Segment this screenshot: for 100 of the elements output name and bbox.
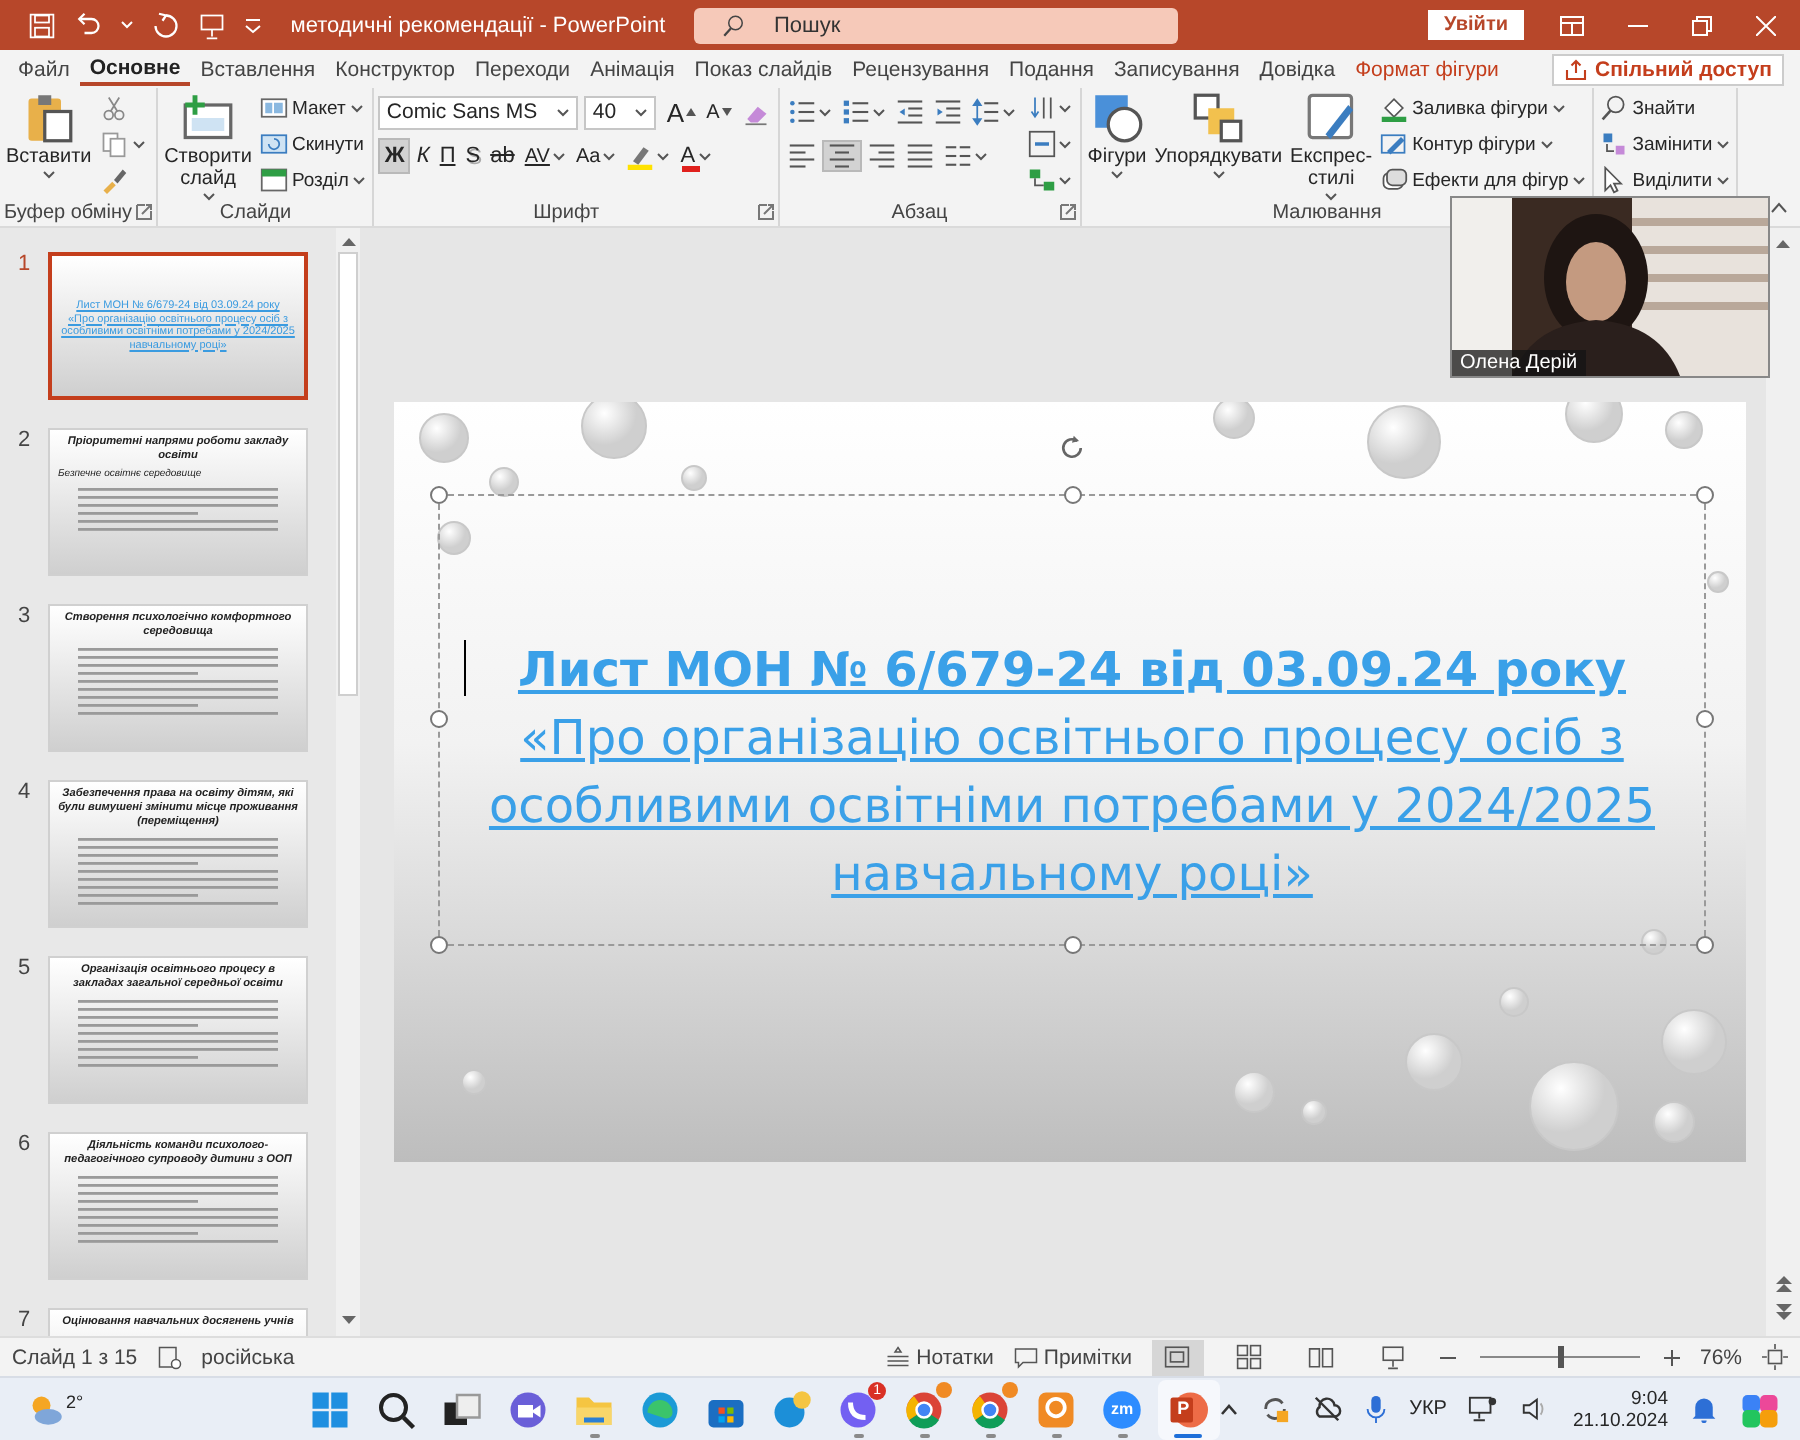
chevron-up-icon[interactable]	[1219, 1403, 1238, 1415]
caret-icon	[1001, 107, 1016, 117]
slide-number: 7	[15, 1308, 33, 1332]
accessibility-icon[interactable]	[157, 1345, 182, 1369]
cursor-button[interactable]: Виділити	[1598, 164, 1733, 196]
scrollbar[interactable]	[336, 228, 360, 1336]
projector-icon[interactable]	[198, 11, 226, 39]
paste-button[interactable]: Вставити	[4, 92, 94, 180]
underline-button[interactable]: П	[435, 138, 460, 174]
line-spacing-button[interactable]	[967, 96, 1020, 128]
next-slide-icon[interactable]	[1775, 1304, 1791, 1320]
replace-button[interactable]: Замінити	[1598, 128, 1733, 160]
caret-icon[interactable]	[120, 20, 134, 30]
comments-button[interactable]: Примітки	[1013, 1345, 1132, 1369]
scroll-up-icon	[1776, 240, 1790, 248]
ribbon-tab[interactable]: Записування	[1103, 53, 1250, 85]
dropdown-field[interactable]: 40	[584, 95, 657, 129]
caret-icon	[697, 151, 712, 161]
collapse-ribbon-icon[interactable]	[1770, 202, 1788, 214]
running-indicator	[1051, 1433, 1062, 1437]
ribbon-tab[interactable]: Рецензування	[842, 53, 1000, 85]
arrange-button[interactable]: Упорядкувати	[1152, 92, 1285, 180]
video-caption: Олена Дерій	[1452, 350, 1586, 376]
section-button[interactable]: Розділ	[257, 164, 369, 196]
input-language[interactable]: УКР	[1409, 1398, 1447, 1420]
launcher-icon[interactable]	[757, 204, 774, 220]
copy-button[interactable]	[97, 128, 148, 160]
character-spacing-button[interactable]: AV	[520, 138, 570, 174]
align-text-button[interactable]	[1023, 128, 1076, 160]
ribbon-tab[interactable]: Файл	[8, 53, 80, 85]
shrink-font-button[interactable]: A	[702, 94, 736, 130]
customize-icon[interactable]	[244, 17, 262, 33]
pen-icon	[1380, 130, 1409, 158]
new-slide-button[interactable]: Створити слайд	[162, 92, 254, 202]
sign-in-button[interactable]: Увійти	[1428, 10, 1524, 40]
windows-icon	[310, 1389, 351, 1429]
quick-styles-button[interactable]: Експрес-стилі	[1288, 92, 1375, 202]
ribbon-tab[interactable]: Формат фігури	[1345, 53, 1509, 85]
launcher-icon[interactable]	[136, 204, 153, 220]
shadow-button[interactable]: S	[461, 138, 485, 174]
effects-button[interactable]: Ефекти для фігур	[1378, 164, 1589, 196]
font-color-button[interactable]: A	[676, 138, 716, 174]
save-icon[interactable]	[28, 11, 56, 39]
task-view-icon	[442, 1389, 483, 1429]
pen-button[interactable]: Контур фігури	[1378, 128, 1589, 160]
caret-icon	[1572, 175, 1587, 185]
shapes-button[interactable]: Фігури	[1085, 92, 1149, 180]
ribbon-tab[interactable]: Переходи	[464, 53, 581, 85]
paint-bucket-button[interactable]: Заливка фігури	[1378, 92, 1589, 124]
cloud-off-icon[interactable]	[1311, 1394, 1342, 1424]
search-button[interactable]: Знайти	[1598, 92, 1733, 124]
bell-icon[interactable]	[1690, 1394, 1718, 1424]
sync-icon[interactable]	[1259, 1394, 1290, 1424]
fit-to-window-icon[interactable]	[1762, 1344, 1788, 1370]
dropdown-field[interactable]: Comic Sans MS	[378, 95, 579, 129]
clock[interactable]: 9:04 21.10.2024	[1572, 1387, 1668, 1431]
caret-icon	[1539, 139, 1554, 149]
search-field[interactable]: Пошук	[694, 7, 1178, 43]
align-center-button[interactable]	[821, 140, 862, 172]
scroll-thumb[interactable]	[338, 252, 358, 696]
notes-button[interactable]: Нотатки	[886, 1345, 994, 1369]
change-case-button[interactable]: Aa	[571, 138, 621, 174]
undo-icon[interactable]	[74, 11, 102, 39]
network-icon[interactable]	[1468, 1394, 1499, 1424]
ribbon-tab[interactable]: Показ слайдів	[684, 53, 843, 85]
language-label[interactable]: російська	[201, 1345, 295, 1369]
caret-icon	[131, 139, 146, 149]
ribbon-tab[interactable]: Вставлення	[190, 53, 326, 85]
ribbon-tab[interactable]: Подання	[999, 53, 1104, 85]
copilot-icon[interactable]	[1740, 1389, 1780, 1429]
reset-button[interactable]: Скинути	[257, 128, 369, 160]
close-icon[interactable]	[1756, 15, 1776, 35]
ribbon-display-icon[interactable]	[1560, 15, 1584, 35]
view-button[interactable]	[1151, 1339, 1204, 1375]
restore-icon[interactable]	[1692, 15, 1712, 35]
share-button[interactable]: Спільний доступ	[1552, 53, 1784, 85]
microphone-icon[interactable]	[1363, 1394, 1388, 1424]
redo-icon[interactable]	[152, 11, 180, 39]
italic-button[interactable]: К	[412, 138, 434, 174]
caret-icon	[1211, 170, 1226, 180]
taskbar-app[interactable]: P	[1157, 1379, 1220, 1439]
scrollbar[interactable]	[1766, 228, 1800, 1336]
launcher-icon[interactable]	[1059, 204, 1076, 220]
ribbon-tab[interactable]: Довідка	[1249, 53, 1346, 85]
browser-icon	[904, 1389, 945, 1429]
running-indicator	[1174, 1433, 1203, 1437]
grow-font-button[interactable]: A	[662, 94, 701, 130]
ribbon-tab[interactable]: Анімація	[580, 53, 685, 85]
zoom-level[interactable]: 76%	[1699, 1345, 1742, 1369]
strikethrough-button[interactable]: ab	[486, 138, 519, 174]
previous-slide-icon[interactable]	[1775, 1276, 1791, 1292]
bold-button[interactable]: Ж	[378, 138, 411, 174]
caret-icon	[1324, 192, 1339, 202]
layout-button[interactable]: Макет	[257, 92, 369, 124]
rotate-handle[interactable]	[1058, 434, 1086, 462]
slide-number: 6	[15, 1132, 33, 1156]
caret-icon	[201, 192, 215, 202]
ribbon-tab[interactable]: Конструктор	[325, 53, 465, 85]
align-center-icon	[827, 142, 856, 170]
zoom-in-icon[interactable]	[1663, 1349, 1680, 1365]
